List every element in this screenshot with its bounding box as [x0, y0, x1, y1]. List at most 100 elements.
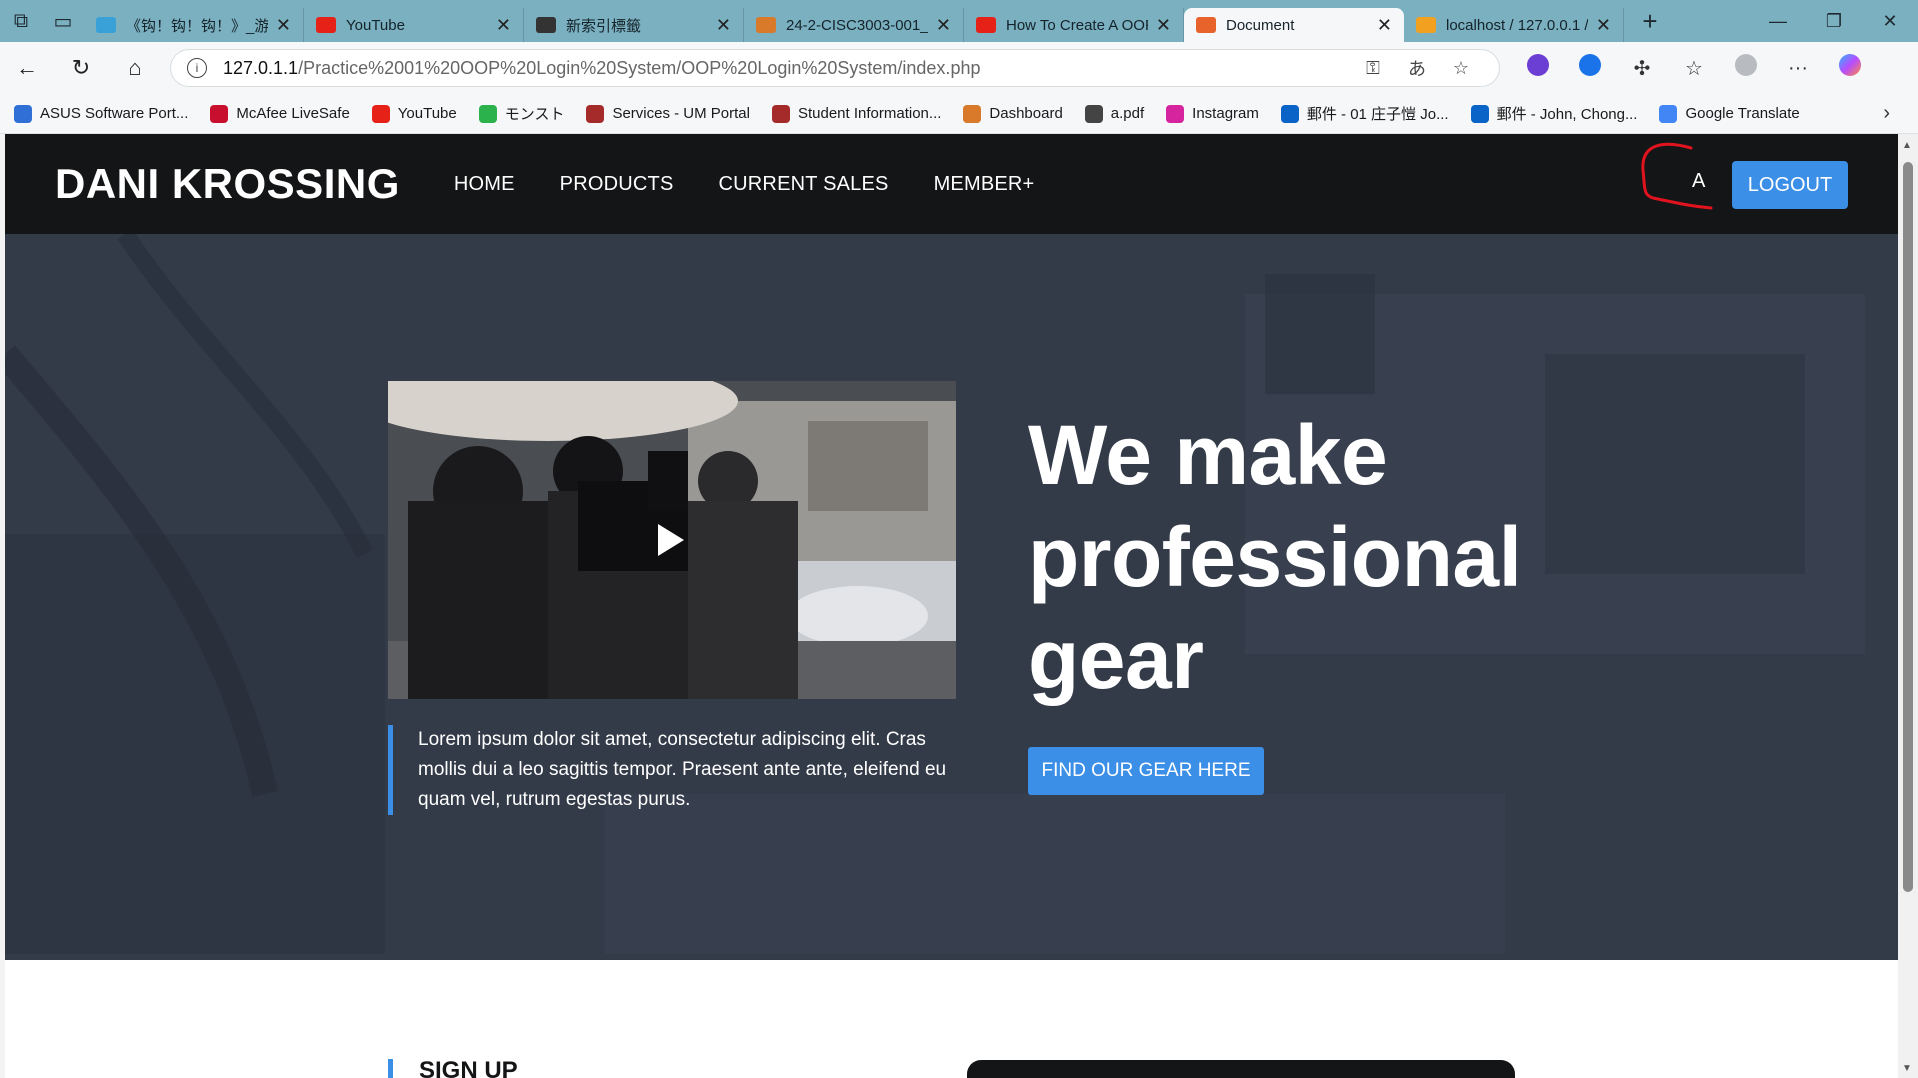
- bookmark-label: Student Information...: [797, 105, 942, 122]
- tab-actions-icon[interactable]: ▭: [42, 0, 84, 42]
- key-icon[interactable]: ⚿: [1351, 58, 1395, 79]
- browser-tab[interactable]: 24-2-CISC3003-001_E ✕: [744, 8, 964, 42]
- favorite-star-icon[interactable]: ☆: [1439, 58, 1483, 79]
- hero-title-line-3: gear: [1028, 612, 1204, 706]
- bookmark-item[interactable]: YouTube: [371, 103, 457, 124]
- extension-blue-icon[interactable]: [1564, 54, 1616, 82]
- site-nav: HOME PRODUCTS CURRENT SALES MEMBER+: [454, 173, 1080, 196]
- bookmark-label: YouTube: [397, 105, 457, 122]
- bookmark-item[interactable]: McAfee LiveSafe: [210, 103, 350, 124]
- close-tab-icon[interactable]: ✕: [276, 15, 291, 36]
- extension-purple-icon[interactable]: [1512, 54, 1564, 82]
- browser-tab[interactable]: 新索引標籤 ✕: [524, 8, 744, 42]
- bookmark-label: 郵件 - 01 庄子愷 Jo...: [1306, 106, 1449, 123]
- scroll-up-icon[interactable]: ▲: [1902, 140, 1912, 151]
- tab-title: How To Create A OOP: [1006, 16, 1148, 34]
- signup-title: SIGN UP: [419, 1057, 518, 1078]
- close-tab-icon[interactable]: ✕: [1596, 15, 1611, 36]
- minimize-icon[interactable]: —: [1750, 11, 1806, 32]
- signup-panel: [967, 1060, 1515, 1078]
- bookmark-item[interactable]: a.pdf: [1084, 103, 1144, 124]
- bookmark-label: Dashboard: [989, 105, 1063, 122]
- bookmarks-overflow-icon[interactable]: ›: [1883, 102, 1890, 125]
- tab-title: YouTube: [346, 16, 405, 34]
- tab-list: 《钩！钩！钩！》_游 ✕ YouTube ✕ 新索引標籤 ✕ 24-2-CISC3003-0…: [84, 0, 1624, 42]
- bookmark-favicon-icon: [1166, 104, 1185, 123]
- nav-current-sales[interactable]: CURRENT SALES: [719, 173, 889, 196]
- browser-tab[interactable]: localhost / 127.0.0.1 / ✕: [1404, 8, 1624, 42]
- nav-products[interactable]: PRODUCTS: [560, 173, 674, 196]
- favorites-icon[interactable]: ☆: [1668, 56, 1720, 81]
- browser-tab[interactable]: Document ✕: [1184, 8, 1404, 42]
- back-icon[interactable]: ←: [0, 42, 54, 94]
- bookmark-favicon-icon: [771, 104, 790, 123]
- bookmark-favicon-icon: [371, 104, 390, 123]
- url-text[interactable]: 127.0.1.1/Practice%2001%20OOP%20Login%20…: [223, 58, 1351, 79]
- hero-title-line-2: professional: [1028, 510, 1522, 604]
- bookmark-item[interactable]: 郵件 - John, Chong...: [1470, 103, 1637, 124]
- find-gear-button[interactable]: FIND OUR GEAR HERE: [1028, 747, 1264, 795]
- browser-tab-strip: ⧉ ▭ 《钩！钩！钩！》_游 ✕ YouTube ✕ 新索引標籤 ✕ 24-2-CISC30…: [0, 0, 1918, 42]
- browser-tab[interactable]: How To Create A OOP ✕: [964, 8, 1184, 42]
- bookmark-label: Instagram: [1192, 105, 1259, 122]
- bookmark-item[interactable]: Student Information...: [771, 103, 942, 124]
- translate-icon[interactable]: あ: [1395, 55, 1439, 81]
- tab-title: localhost / 127.0.0.1 /: [1446, 16, 1588, 34]
- hero-video-thumbnail[interactable]: [388, 381, 956, 699]
- bookmark-favicon-icon: [478, 104, 497, 123]
- scrollbar-thumb[interactable]: [1903, 162, 1913, 892]
- bookmark-item[interactable]: 郵件 - 01 庄子愷 Jo...: [1280, 103, 1449, 124]
- bookmark-item[interactable]: Instagram: [1166, 103, 1259, 124]
- tab-favicon-icon: [976, 17, 996, 33]
- bookmark-item[interactable]: ASUS Software Port...: [14, 103, 188, 124]
- logout-button[interactable]: LOGOUT: [1732, 161, 1848, 209]
- bookmark-item[interactable]: Services - UM Portal: [586, 103, 750, 124]
- close-window-icon[interactable]: ✕: [1862, 11, 1918, 32]
- bookmark-label: Services - UM Portal: [612, 105, 750, 122]
- signup-accent-bar: [388, 1059, 393, 1078]
- scroll-down-icon[interactable]: ▼: [1902, 1063, 1912, 1074]
- bookmark-item[interactable]: Dashboard: [963, 103, 1063, 124]
- close-tab-icon[interactable]: ✕: [496, 15, 511, 36]
- browser-toolbar: ← ↻ ⌂ i 127.0.1.1/Practice%2001%20OOP%20…: [0, 42, 1918, 94]
- nav-home[interactable]: HOME: [454, 173, 515, 196]
- bookmark-label: Google Translate: [1685, 105, 1800, 122]
- reload-icon[interactable]: ↻: [54, 42, 108, 94]
- user-initial: A: [1692, 170, 1706, 192]
- home-icon[interactable]: ⌂: [108, 42, 162, 94]
- address-bar[interactable]: i 127.0.1.1/Practice%2001%20OOP%20Login%…: [170, 49, 1500, 87]
- tab-favicon-icon: [756, 17, 776, 33]
- restore-icon[interactable]: ❐: [1806, 11, 1862, 32]
- workspaces-icon[interactable]: ⧉: [0, 0, 42, 42]
- browser-tab[interactable]: 《钩！钩！钩！》_游 ✕: [84, 8, 304, 42]
- play-icon[interactable]: [658, 524, 684, 556]
- close-tab-icon[interactable]: ✕: [936, 15, 951, 36]
- bookmark-favicon-icon: [586, 104, 605, 123]
- close-tab-icon[interactable]: ✕: [1156, 15, 1171, 36]
- close-tab-icon[interactable]: ✕: [716, 15, 731, 36]
- bookmark-list: ASUS Software Port... McAfee LiveSafe YouT…: [14, 103, 1822, 124]
- nav-member[interactable]: MEMBER+: [934, 173, 1035, 196]
- bookmark-favicon-icon: [1084, 104, 1103, 123]
- more-menu-icon[interactable]: ···: [1772, 57, 1824, 80]
- page-scrollbar[interactable]: ▲ ▼: [1898, 134, 1918, 1078]
- bookmark-favicon-icon: [1470, 104, 1489, 123]
- extensions-puzzle-icon[interactable]: ✣: [1616, 56, 1668, 81]
- tab-favicon-icon: [96, 17, 116, 33]
- site-logo[interactable]: DANI KROSSING: [55, 160, 400, 208]
- bookmark-item[interactable]: Google Translate: [1659, 103, 1800, 124]
- url-host: 127.0.1.1: [223, 57, 299, 78]
- site-info-icon[interactable]: i: [187, 58, 207, 78]
- bookmark-favicon-icon: [1280, 104, 1299, 123]
- new-tab-button[interactable]: +: [1630, 1, 1670, 41]
- hero-quote: Lorem ipsum dolor sit amet, consectetur …: [388, 725, 948, 815]
- copilot-icon[interactable]: [1824, 54, 1876, 82]
- hero-section: Lorem ipsum dolor sit amet, consectetur …: [5, 234, 1898, 960]
- bookmark-item[interactable]: モンスト: [478, 103, 564, 124]
- window-controls: — ❐ ✕: [1750, 11, 1918, 32]
- tab-favicon-icon: [316, 17, 336, 33]
- tab-title: 新索引標籤: [566, 17, 642, 35]
- close-tab-icon[interactable]: ✕: [1377, 15, 1392, 36]
- profile-avatar-icon[interactable]: [1720, 54, 1772, 82]
- browser-tab[interactable]: YouTube ✕: [304, 8, 524, 42]
